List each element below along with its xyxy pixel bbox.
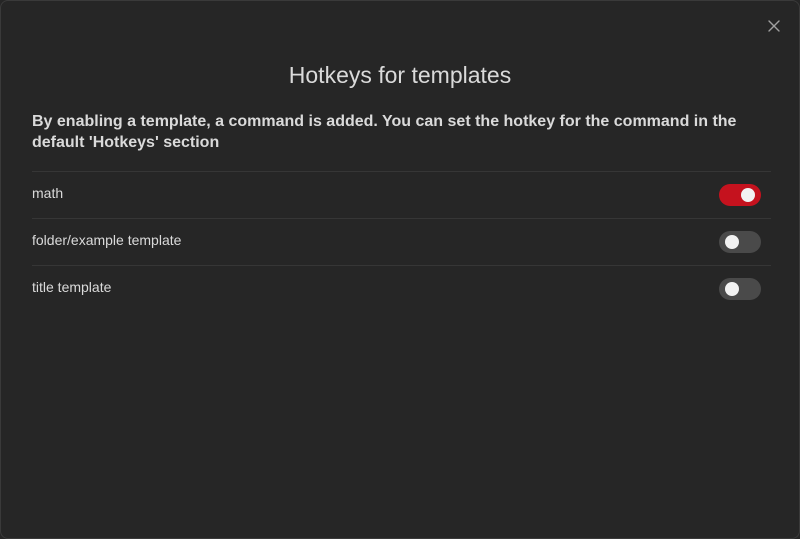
- modal-title: Hotkeys for templates: [288, 62, 512, 88]
- template-toggle-folder-example-template[interactable]: [719, 231, 761, 253]
- template-label: math: [32, 184, 64, 201]
- toggle-knob: [725, 235, 739, 249]
- template-label: title template: [32, 278, 112, 295]
- template-row-math: math: [32, 171, 771, 218]
- hotkeys-modal: Hotkeys for templates By enabling a temp…: [0, 0, 800, 539]
- template-list: math folder/example template title templ…: [32, 171, 771, 312]
- close-button[interactable]: [765, 17, 783, 35]
- template-label: folder/example template: [32, 231, 182, 248]
- toggle-knob: [741, 188, 755, 202]
- template-row-title-template: title template: [32, 265, 771, 312]
- template-row-folder-example-template: folder/example template: [32, 218, 771, 265]
- template-toggle-math[interactable]: [719, 184, 761, 206]
- close-icon: [768, 20, 780, 32]
- modal-description: By enabling a template, a command is add…: [32, 113, 737, 151]
- toggle-knob: [725, 282, 739, 296]
- template-toggle-title-template[interactable]: [719, 278, 761, 300]
